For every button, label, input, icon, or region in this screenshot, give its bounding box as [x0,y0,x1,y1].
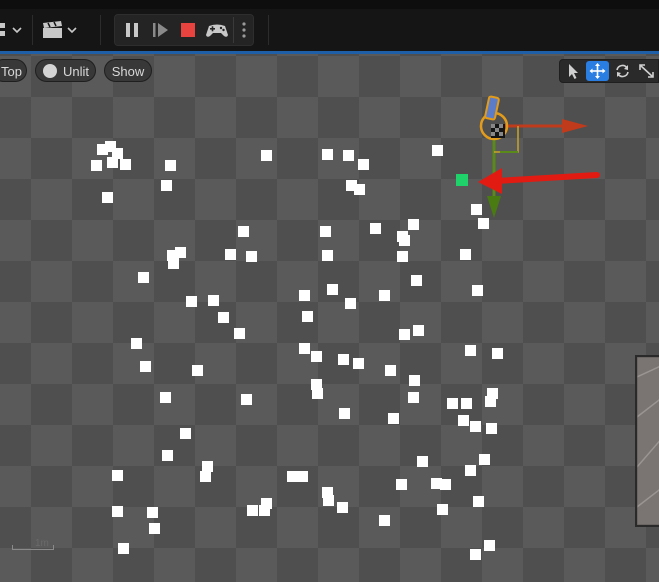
modes-icon [0,23,5,36]
gizmo-overlay [478,95,600,218]
toolbar-separator [32,15,33,45]
more-options-button[interactable] [237,18,251,42]
toolbar-separator [268,15,269,45]
stop-button[interactable] [175,18,201,42]
chevron-down-icon [67,27,77,34]
toolbar-separator [100,15,101,45]
gamepad-icon [206,24,228,37]
scale-bar-label: 1m [35,538,49,549]
annotation-arrow [478,168,600,194]
pause-button[interactable] [119,18,145,42]
modes-dropdown[interactable] [0,19,28,41]
clapperboard-icon [43,21,62,38]
pause-icon [126,23,138,37]
possess-eject-button[interactable] [203,18,231,42]
play-controls [114,14,254,46]
step-frame-icon [153,23,168,37]
stop-icon [181,23,195,37]
chevron-down-icon [12,27,22,34]
main-toolbar [0,9,659,51]
level-viewport[interactable]: Top Unlit Show 1m [0,54,659,582]
title-strip [0,0,659,9]
step-frame-button[interactable] [147,18,173,42]
cinematics-dropdown[interactable] [42,19,82,41]
toolbar-separator [233,17,234,43]
more-options-icon [242,22,246,38]
transform-gizmo[interactable] [479,95,588,218]
